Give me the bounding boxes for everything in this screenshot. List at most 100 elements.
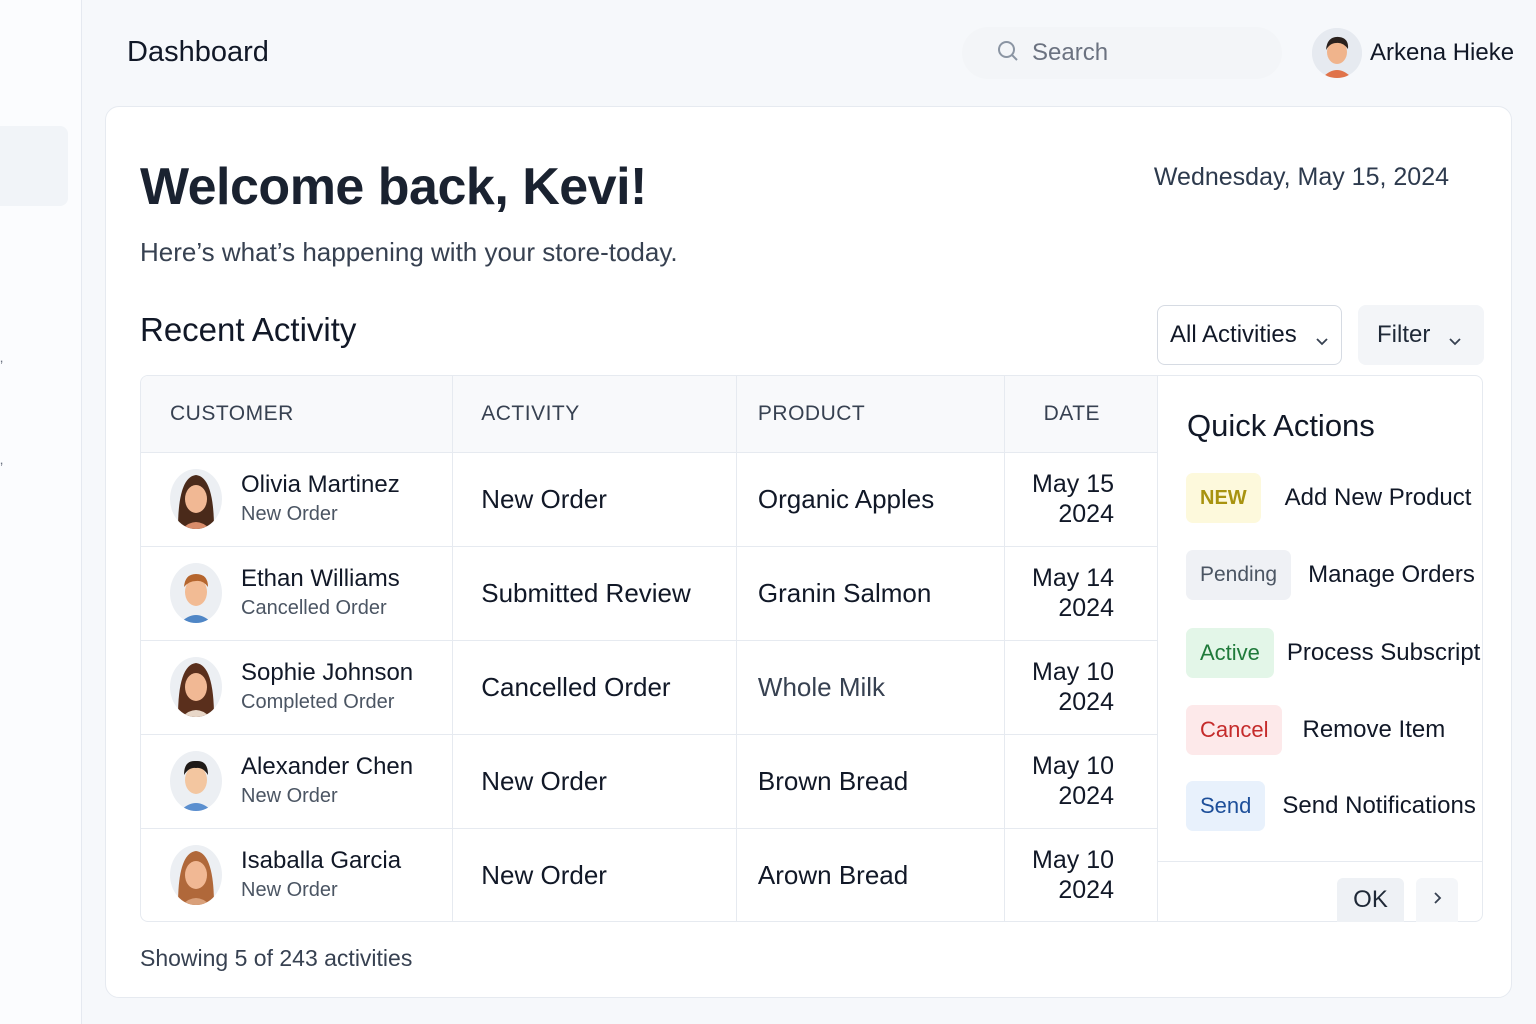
quick-action-add-product[interactable]: NEW Add New Product: [1186, 473, 1471, 523]
filter-label: Filter: [1377, 321, 1431, 348]
user-name: Arkena Hieke: [1370, 39, 1515, 66]
activity-cell: Submitted Review: [452, 546, 737, 641]
next-button[interactable]: [1416, 878, 1458, 922]
search-bar[interactable]: [962, 27, 1282, 79]
badge-active: Active: [1186, 628, 1274, 678]
table-row[interactable]: Olivia Martinez New Order New Order Orga…: [141, 452, 1158, 547]
customer-avatar: [170, 845, 222, 906]
welcome-subtitle: Here’s what’s happening with your store-…: [140, 237, 678, 267]
date-month-day: May 14: [1032, 564, 1114, 592]
search-icon: [996, 39, 1020, 68]
chevron-down-icon: [1448, 328, 1462, 346]
column-header-product[interactable]: PRODUCT: [735, 376, 1005, 453]
customer-cell: Sophie Johnson Completed Order: [141, 640, 453, 735]
product-cell: Organic Apples: [735, 452, 1005, 547]
user-avatar[interactable]: [1312, 28, 1362, 78]
customer-avatar: [170, 563, 222, 623]
sidebar: ‚ ‚: [0, 0, 82, 1024]
customer-avatar: [170, 469, 222, 529]
pagination-summary: Showing 5 of 243 activities: [140, 945, 413, 971]
quick-action-label: Add New Product: [1284, 484, 1472, 511]
date-year: 2024: [1058, 688, 1114, 716]
table-row[interactable]: Sophie Johnson Completed Order Cancelled…: [141, 640, 1158, 735]
section-title-recent-activity: Recent Activity: [140, 311, 357, 348]
table-row[interactable]: Alexander Chen New Order New Order Brown…: [141, 734, 1158, 829]
customer-avatar: [170, 657, 222, 717]
sidebar-active-item[interactable]: [0, 126, 68, 206]
table-row[interactable]: Ethan Williams Cancelled Order Submitted…: [141, 546, 1158, 641]
activity-cell: Cancelled Order: [452, 640, 737, 735]
date-cell: May 14 2024: [1003, 546, 1158, 641]
customer-name: Isaballa Garcia: [241, 847, 402, 875]
activity-type-select[interactable]: All Activities: [1157, 305, 1342, 365]
date-month-day: May 10: [1032, 658, 1114, 686]
ok-button[interactable]: OK: [1337, 878, 1404, 922]
product-cell: Brown Bread: [735, 734, 1005, 829]
welcome-heading: Welcome back, Kevi!: [140, 158, 647, 216]
chevron-down-icon: [1315, 328, 1329, 346]
quick-action-send-notifications[interactable]: Send Send Notifications: [1186, 781, 1476, 831]
customer-cell: Alexander Chen New Order: [141, 734, 453, 829]
date-year: 2024: [1058, 500, 1114, 528]
quick-action-remove-item[interactable]: Cancel Remove Item: [1186, 705, 1445, 755]
table-header-row: CUSTOMER ACTIVITY PRODUCT DATE: [141, 376, 1158, 453]
date-year: 2024: [1058, 782, 1114, 810]
product-cell: Whole Milk: [735, 640, 1005, 735]
date-year: 2024: [1058, 876, 1114, 905]
quick-action-process-subscription[interactable]: Active Process Subscript: [1186, 628, 1480, 678]
customer-name: Olivia Martinez: [241, 471, 400, 498]
user-menu[interactable]: Arkena Hieke: [1312, 27, 1514, 79]
filter-button[interactable]: Filter: [1358, 305, 1484, 365]
date-month-day: May 10: [1032, 846, 1114, 875]
customer-name: Sophie Johnson: [241, 659, 414, 686]
divider: [1158, 861, 1482, 862]
column-header-customer[interactable]: CUSTOMER: [141, 376, 453, 453]
customer-status: New Order: [241, 503, 338, 525]
date-month-day: May 10: [1032, 752, 1114, 780]
customer-avatar: [170, 751, 222, 811]
date-cell: May 10 2024: [1003, 734, 1158, 829]
quick-action-label: Process Subscript: [1286, 639, 1481, 666]
product-cell: Granin Salmon: [735, 546, 1005, 641]
customer-status: New Order: [241, 785, 338, 807]
quick-actions-title: Quick Actions: [1187, 408, 1375, 443]
quick-action-label: Remove Item: [1302, 716, 1446, 743]
chevron-right-icon: [1430, 891, 1444, 910]
customer-cell: Olivia Martinez New Order: [141, 452, 453, 547]
quick-action-label: Send Notifications: [1282, 792, 1476, 819]
activity-cell: New Order: [452, 452, 737, 547]
customer-name: Ethan Williams: [241, 565, 400, 592]
date-cell: May 10 2024: [1003, 640, 1158, 735]
date-cell: May 10 2024: [1003, 828, 1158, 921]
main-card: Welcome back, Kevi! Here’s what’s happen…: [105, 106, 1512, 998]
customer-status: Completed Order: [241, 691, 395, 713]
quick-action-label: Manage Orders: [1308, 561, 1475, 588]
customer-status: New Order: [241, 879, 338, 902]
activity-type-label: All Activities: [1170, 321, 1297, 348]
table-row[interactable]: Isaballa Garcia New Order New Order Arow…: [141, 828, 1158, 921]
search-input[interactable]: [1032, 39, 1272, 67]
quick-actions-panel: Quick Actions NEW Add New Product Pendin…: [1157, 375, 1483, 922]
customer-status: Cancelled Order: [241, 597, 387, 619]
page-title: Dashboard: [127, 36, 269, 68]
customer-name: Alexander Chen: [241, 753, 414, 780]
customer-cell: Isaballa Garcia New Order: [141, 828, 453, 921]
activity-cell: New Order: [452, 828, 737, 921]
current-date: Wednesday, May 15, 2024: [1153, 163, 1449, 191]
activity-table: CUSTOMER ACTIVITY PRODUCT DATE Olivia Ma…: [140, 375, 1158, 922]
sidebar-item-stub[interactable]: ‚: [0, 452, 8, 466]
badge-send: Send: [1186, 781, 1266, 831]
activity-cell: New Order: [452, 734, 737, 829]
sidebar-item-stub[interactable]: ‚: [0, 350, 8, 364]
column-header-activity[interactable]: ACTIVITY: [452, 376, 737, 453]
badge-cancel: Cancel: [1186, 705, 1283, 755]
customer-cell: Ethan Williams Cancelled Order: [141, 546, 453, 641]
date-year: 2024: [1058, 594, 1114, 622]
column-header-date[interactable]: DATE: [1003, 376, 1158, 453]
badge-new: NEW: [1186, 473, 1261, 523]
quick-action-manage-orders[interactable]: Pending Manage Orders: [1186, 550, 1475, 600]
product-cell: Arown Bread: [735, 828, 1005, 921]
date-cell: May 15 2024: [1003, 452, 1158, 547]
badge-pending: Pending: [1186, 550, 1292, 600]
date-month-day: May 15: [1032, 470, 1114, 498]
